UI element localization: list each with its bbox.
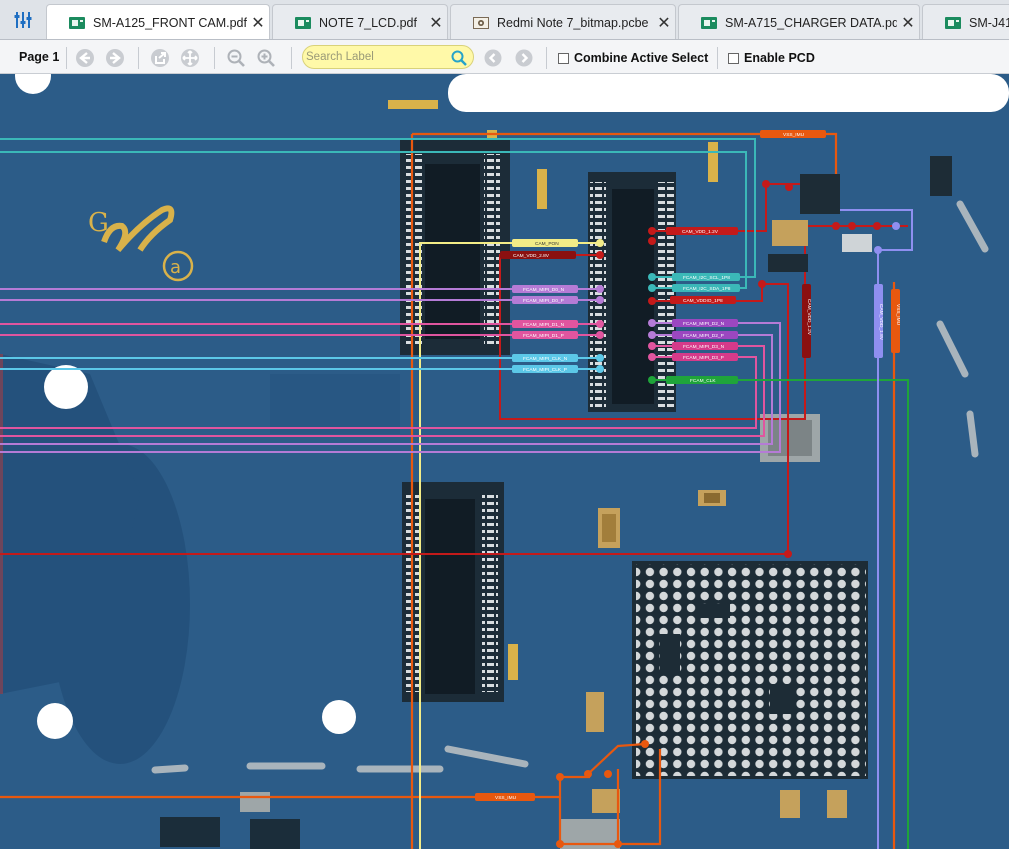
toolbar-divider xyxy=(717,47,718,69)
svg-text:FCAM_MIPI_D1_N: FCAM_MIPI_D1_N xyxy=(523,322,565,328)
svg-text:FCAM_MIPI_D3_P: FCAM_MIPI_D3_P xyxy=(683,355,724,361)
close-icon[interactable]: ✕ xyxy=(425,13,447,33)
tab-label: SM-A715_CHARGER DATA.pdf xyxy=(725,15,897,30)
toolbar-divider xyxy=(546,47,547,69)
close-icon[interactable]: ✕ xyxy=(247,13,269,33)
svg-text:CAM_VDD_2.8V: CAM_VDD_2.8V xyxy=(513,253,550,259)
pcbe-file-icon xyxy=(473,16,489,29)
zoom-out-icon[interactable] xyxy=(225,47,247,69)
mounting-hole xyxy=(37,703,73,739)
svg-text:VSS_IMU: VSS_IMU xyxy=(895,304,901,326)
share-export-icon[interactable] xyxy=(149,47,171,69)
svg-text:CAM_VDD_1.2V: CAM_VDD_1.2V xyxy=(682,229,719,235)
svg-text:FCAM_MIPI_D2_N: FCAM_MIPI_D2_N xyxy=(683,321,725,327)
svg-text:FCAM_MIPI_D0_N: FCAM_MIPI_D0_N xyxy=(523,287,565,293)
checkbox-box[interactable] xyxy=(558,52,569,64)
svg-text:FCAM_I2C_SDA_1P8: FCAM_I2C_SDA_1P8 xyxy=(683,286,731,292)
tab-label: NOTE 7_LCD.pdf xyxy=(319,15,417,30)
connector-j3 xyxy=(402,482,504,702)
pdf-board-icon xyxy=(945,16,961,29)
settings-sliders-icon[interactable] xyxy=(6,6,40,34)
toolbar: Page 1 Combine Active Select Enable PCD xyxy=(0,40,1009,74)
checkbox-box[interactable] xyxy=(728,52,739,64)
svg-text:VSS_IMU: VSS_IMU xyxy=(495,795,517,801)
pdf-board-icon xyxy=(69,17,85,29)
svg-text:FCAM_MIPI_CLK_N: FCAM_MIPI_CLK_N xyxy=(523,356,568,362)
svg-text:FCAM_MIPI_CLK_P: FCAM_MIPI_CLK_P xyxy=(523,367,567,373)
combine-active-select-checkbox[interactable]: Combine Active Select xyxy=(558,51,708,65)
enable-pcd-checkbox[interactable]: Enable PCD xyxy=(728,51,815,65)
svg-text:CAM_PON: CAM_PON xyxy=(535,241,559,247)
search-label-field[interactable] xyxy=(302,45,474,69)
close-icon[interactable]: ✕ xyxy=(653,13,675,33)
combine-active-select-label: Combine Active Select xyxy=(574,51,709,65)
pdf-board-icon xyxy=(701,16,717,29)
svg-text:FCAM_MIPI_D2_P: FCAM_MIPI_D2_P xyxy=(683,333,724,339)
toolbar-divider xyxy=(66,47,67,69)
toolbar-divider xyxy=(138,47,139,69)
svg-text:CAM_VDD_1.2V: CAM_VDD_1.2V xyxy=(806,299,812,336)
tab-redmi-note-7-bitmap[interactable]: Redmi Note 7_bitmap.pcbe ✕ xyxy=(450,4,676,39)
search-icon[interactable] xyxy=(450,49,468,67)
svg-text:CAM_VDD_1.8V: CAM_VDD_1.8V xyxy=(878,304,884,341)
previous-result-icon[interactable] xyxy=(482,47,504,69)
tab-label: Redmi Note 7_bitmap.pcbe xyxy=(497,15,649,30)
tab-label: SM-J415 xyxy=(969,15,1009,30)
svg-text:FCAM_MIPI_D0_P: FCAM_MIPI_D0_P xyxy=(523,298,564,304)
back-arrow-icon[interactable] xyxy=(74,47,96,69)
next-result-icon[interactable] xyxy=(513,47,535,69)
svg-text:VSS_IMU: VSS_IMU xyxy=(783,132,805,138)
tab-note-7-lcd[interactable]: NOTE 7_LCD.pdf ✕ xyxy=(272,4,448,39)
toolbar-divider xyxy=(214,47,215,69)
close-icon[interactable]: ✕ xyxy=(897,13,919,33)
svg-text:CAM_VDDIO_1P8: CAM_VDDIO_1P8 xyxy=(683,298,723,304)
tab-label: SM-A125_FRONT CAM.pdf xyxy=(93,16,247,30)
forward-arrow-icon[interactable] xyxy=(104,47,126,69)
search-input[interactable] xyxy=(306,48,446,66)
svg-text:FCAM_MIPI_D3_N: FCAM_MIPI_D3_N xyxy=(683,344,725,350)
svg-text:FCAM_MIPI_D1_P: FCAM_MIPI_D1_P xyxy=(523,333,564,339)
bga-chip xyxy=(632,561,868,779)
connector-j1 xyxy=(400,140,510,355)
svg-text:FCAM_I2C_SCL_1P8: FCAM_I2C_SCL_1P8 xyxy=(683,275,730,281)
tab-sm-a715-charger-data[interactable]: SM-A715_CHARGER DATA.pdf ✕ xyxy=(678,4,920,39)
mounting-hole xyxy=(322,700,356,734)
enable-pcd-label: Enable PCD xyxy=(744,51,815,65)
tab-sm-a125-front-cam[interactable]: SM-A125_FRONT CAM.pdf ✕ xyxy=(46,4,270,39)
tab-bar: SM-A125_FRONT CAM.pdf ✕ NOTE 7_LCD.pdf ✕… xyxy=(0,0,1009,40)
pcb-board-view[interactable]: G a VSS_IMU VSS_IMU VSS_IMU CAM_PON CAM_… xyxy=(0,74,1009,849)
svg-text:FCAM_CLK: FCAM_CLK xyxy=(690,378,716,384)
svg-text:a: a xyxy=(170,257,181,278)
pan-move-icon[interactable] xyxy=(179,47,201,69)
mounting-hole xyxy=(44,365,88,409)
tab-sm-j415[interactable]: SM-J415 xyxy=(922,4,1009,39)
board-cutout xyxy=(448,74,1009,112)
zoom-in-icon[interactable] xyxy=(255,47,277,69)
toolbar-divider xyxy=(291,47,292,69)
page-label: Page 1 xyxy=(19,50,60,64)
pdf-board-icon xyxy=(295,16,311,29)
